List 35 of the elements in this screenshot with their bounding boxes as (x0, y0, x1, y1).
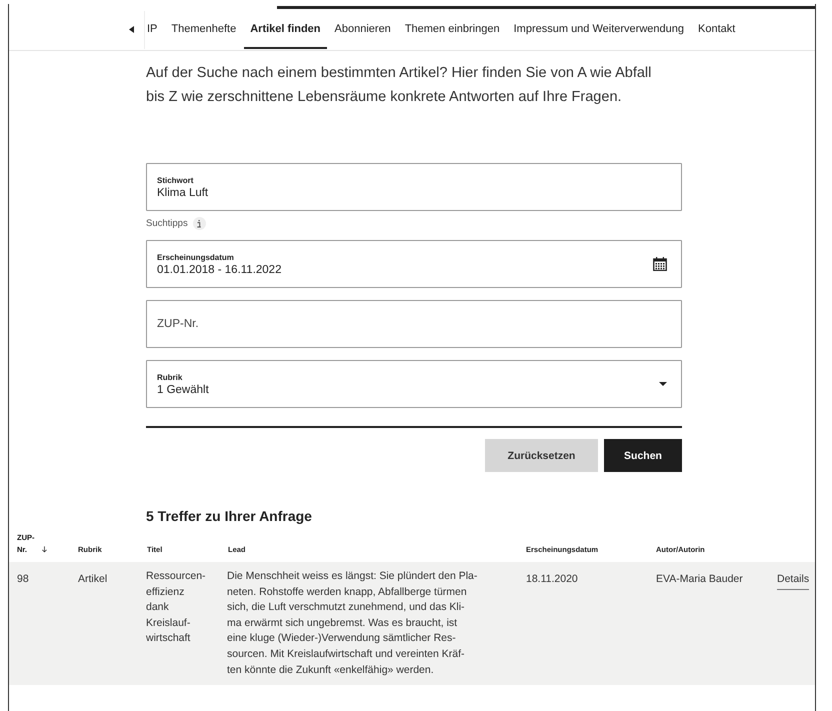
arrow-down-icon (42, 545, 47, 554)
results-heading: 5 Treffer zu Ihrer Anfrage (146, 508, 313, 524)
info-icon[interactable] (192, 217, 206, 230)
search-button[interactable]: Suchen (604, 439, 682, 472)
dropdown-field[interactable]: Rubrik 1 Gewählt (146, 360, 682, 408)
table-cell-text: 18.11.2020 (526, 572, 578, 587)
table-cell-text: EVA-Maria Bauder (656, 572, 743, 587)
nav-tab[interactable]: Impressum und Weiterverwendung (508, 10, 690, 48)
calendar-icon (653, 257, 667, 271)
table-cell-text: Die Menschheit weiss es längst: Sie plündert den Pla- neten. Rohstoffe werden knapp, Abfallberge türmen sich, die Luft verschmutzt zunehmend, und das Kli- ma erwärmt sich ungebremst. Was es braucht, ist eine kluge (Wieder-)Verwendung sämtlicher Res- sourcen. Mit Kreislaufwirtschaft und vereinten Kräf- ten könnte die Zukunft «enkelfähig» werden. (227, 569, 478, 678)
reset-button[interactable]: Zurücksetzen (485, 439, 598, 472)
field-placeholder: ZUP-Nr. (157, 318, 200, 330)
intro-text: Auf der Suche nach einem bestimmten Artikel? Hier finden Sie von A wie Abfall bis Z wie zerschnittene Lebensräume konkrete Antworten auf Ihre Fragen. (146, 64, 652, 107)
field-value: 1 Gewählt (157, 384, 210, 396)
nav-tab[interactable]: Themen einbringen (398, 10, 506, 48)
nav-tab[interactable]: Abonnieren (328, 10, 397, 48)
input-field[interactable]: Stichwort Klima Luft (146, 163, 682, 211)
caret-down-icon (659, 382, 667, 386)
field-value: 01.01.2018 - 16.11.2022 (157, 264, 282, 276)
field-label: Stichwort (157, 176, 194, 184)
input-field[interactable]: ZUP-Nr. (146, 300, 682, 348)
nav-tab[interactable]: IP (145, 10, 164, 48)
field-label: Rubrik (157, 372, 184, 382)
caret-left-icon (128, 26, 134, 33)
table-cell-text: 98 (17, 572, 29, 587)
date-field[interactable]: Erscheinungsdatum 01.01.2018 - 16.11.2022 (146, 240, 682, 288)
hint-label: Suchtipps (146, 218, 188, 229)
field-label: Erscheinungsdatum (157, 252, 235, 262)
details-link[interactable]: Details (777, 573, 810, 590)
nav-tab[interactable]: Kontakt (692, 10, 742, 48)
nav-tab[interactable]: Themenhefte (165, 10, 242, 48)
table-cell-text: Ressourcen- effizienz dank Kreislauf- wirtschaft (146, 569, 206, 646)
field-value: Klima Luft (157, 186, 210, 198)
nav-tab[interactable]: Artikel finden (244, 10, 327, 48)
table-cell-text: Artikel (78, 572, 108, 587)
